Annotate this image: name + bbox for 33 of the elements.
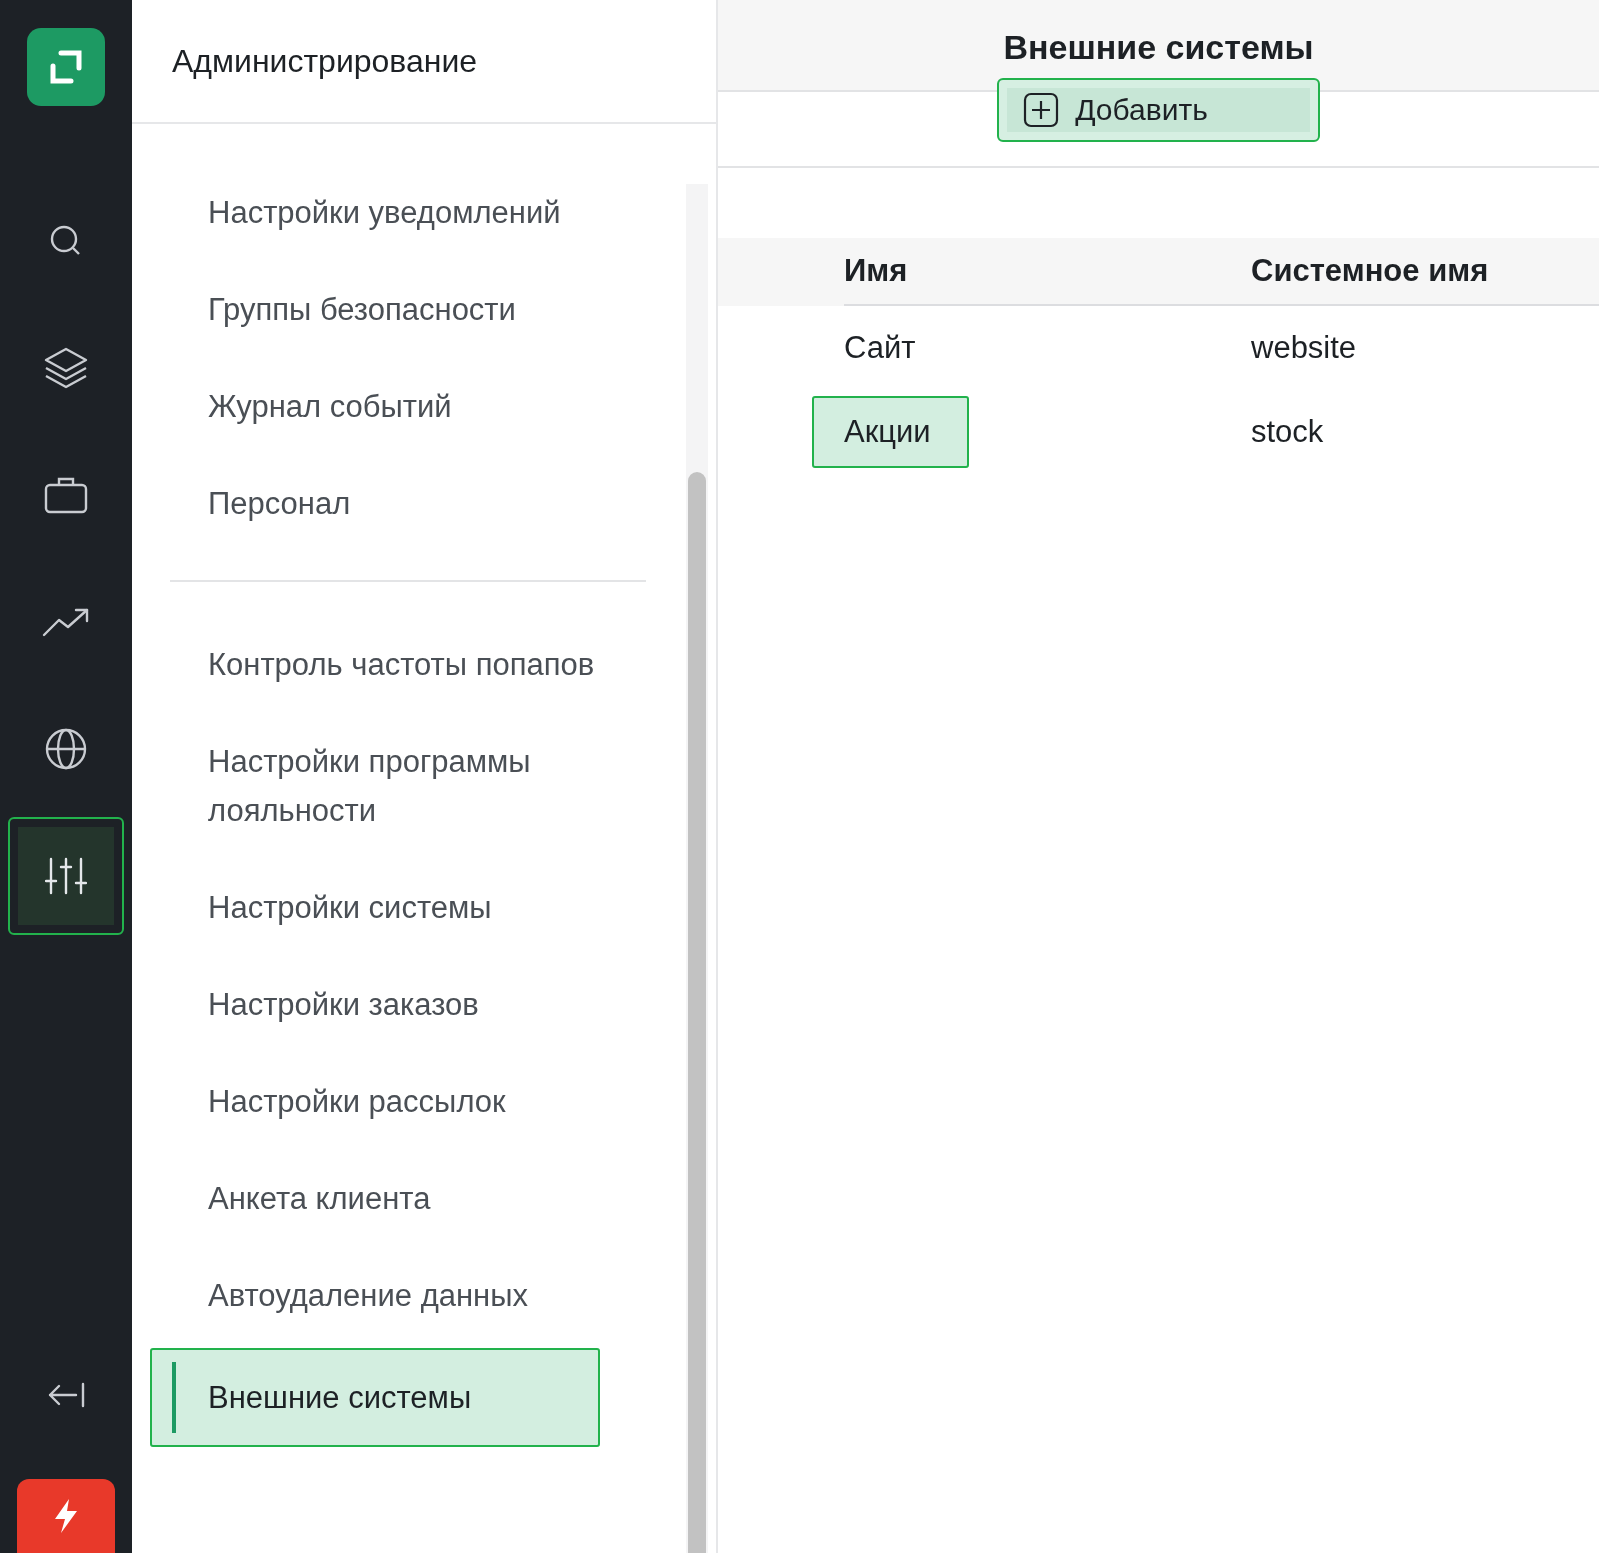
menu-item[interactable]: Настройки программы лояльности xyxy=(150,737,638,835)
nav-button[interactable] xyxy=(8,817,124,935)
trend-chart-icon xyxy=(42,606,90,638)
globe-icon xyxy=(44,727,88,771)
menu-item[interactable]: Настройки уведомлений xyxy=(150,188,638,237)
collapse-arrow-icon[interactable] xyxy=(46,1381,86,1409)
menu-item[interactable]: Персонал xyxy=(150,479,638,528)
menu-item[interactable]: Внешние системы xyxy=(150,1348,600,1447)
scrollbar[interactable] xyxy=(686,184,708,1553)
lightning-icon xyxy=(52,1499,80,1533)
layers-icon xyxy=(43,345,89,391)
plus-square-icon xyxy=(1023,92,1060,128)
add-button[interactable]: Добавить xyxy=(997,78,1320,142)
logo-icon[interactable] xyxy=(27,28,105,106)
table-cell: website xyxy=(1251,330,1357,365)
sliders-icon xyxy=(45,857,87,895)
menu-item[interactable]: Группы безопасности xyxy=(150,285,638,334)
menu-item[interactable]: Журнал событий xyxy=(150,382,638,431)
briefcase-icon xyxy=(44,475,88,515)
menu-item[interactable]: Настройки системы xyxy=(150,883,638,932)
menu-item[interactable]: Настройки рассылок xyxy=(150,1077,638,1126)
menu-item[interactable]: Анкета клиента xyxy=(150,1174,638,1223)
column-header: Системное имя xyxy=(1251,238,1599,306)
table-cell: Акции xyxy=(812,396,969,468)
table-cell: stock xyxy=(1251,414,1324,449)
panel-title: Администрирование xyxy=(172,42,478,80)
table-cell: Сайт xyxy=(844,330,916,365)
menu-item[interactable]: Настройки заказов xyxy=(150,980,638,1029)
page-title: Внешние системы xyxy=(1003,27,1314,67)
column-header: Имя xyxy=(844,238,1251,306)
menu-item[interactable]: Автоудаление данных xyxy=(150,1271,638,1320)
menu-item[interactable]: Контроль частоты попапов xyxy=(150,640,638,689)
lightning-button[interactable] xyxy=(17,1479,115,1553)
